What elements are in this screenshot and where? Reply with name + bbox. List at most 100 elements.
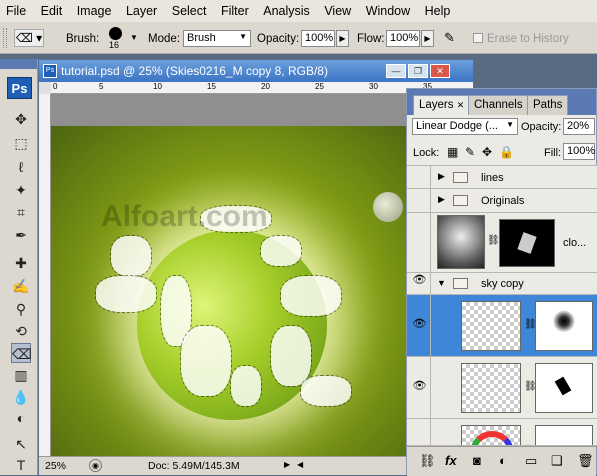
layer-row-clouds[interactable]: ⛓ clo... [407, 213, 597, 273]
vertical-ruler[interactable] [39, 94, 51, 456]
layer-row-clouds-mask[interactable]: 👁 ⛓ [407, 357, 597, 419]
opacity-input[interactable]: 100% [301, 30, 335, 47]
menu-image[interactable]: Image [77, 4, 112, 18]
visibility-toggle[interactable] [409, 419, 431, 445]
airbrush-icon[interactable]: ✎ [444, 30, 464, 48]
type-tool-icon[interactable]: T [11, 455, 31, 475]
eye-icon[interactable]: 👁 [409, 273, 431, 294]
lasso-tool-icon[interactable]: ℓ [11, 157, 31, 177]
gradient-tool-icon[interactable]: ▥ [11, 365, 31, 385]
toolbox-header[interactable] [0, 59, 37, 69]
menu-select[interactable]: Select [172, 4, 207, 18]
clone-stamp-tool-icon[interactable]: ⚲ [11, 299, 31, 319]
flow-slider-arrow-icon[interactable]: ▶ [421, 30, 434, 47]
layers-panel: Layers ✕ Channels Paths Linear Dodge (..… [406, 88, 597, 476]
layer-mask-thumbnail[interactable] [535, 301, 593, 351]
menu-view[interactable]: View [324, 4, 351, 18]
mask-icon[interactable]: ◙ [473, 453, 481, 468]
visibility-toggle[interactable] [409, 166, 431, 188]
layer-opacity-label: Opacity: [521, 121, 562, 133]
status-menu-icon[interactable]: ◉ [89, 459, 102, 472]
scroll-left-icon[interactable]: ◀ [297, 460, 303, 469]
lock-transparency-icon[interactable]: ▦ [447, 145, 458, 159]
dodge-tool-icon[interactable]: ◐ [11, 408, 31, 428]
brush-dropdown-icon[interactable]: ▼ [130, 33, 138, 42]
status-arrow-icon[interactable]: ▶ [284, 460, 290, 469]
expand-arrow-icon[interactable]: ▶ [438, 194, 445, 205]
trash-icon[interactable]: 🗑 [577, 453, 594, 469]
layer-opacity-input[interactable]: 20% [563, 118, 595, 135]
tab-channels[interactable]: Channels [468, 95, 529, 115]
layer-row-rainbow[interactable] [407, 419, 597, 446]
adjustment-icon[interactable]: ◐ [499, 453, 507, 468]
tab-layers[interactable]: Layers ✕ [413, 95, 471, 115]
menu-file[interactable]: File [6, 4, 26, 18]
mode-select[interactable]: Brush ▼ [183, 30, 251, 47]
chain-link-icon[interactable]: ⛓ [487, 235, 500, 246]
brush-preset-picker[interactable]: 16 [104, 26, 128, 52]
marquee-tool-icon[interactable]: ⬚ [11, 133, 31, 153]
menu-window[interactable]: Window [366, 4, 410, 18]
healing-brush-tool-icon[interactable]: ✚ [11, 253, 31, 273]
close-button[interactable]: ✕ [430, 64, 450, 78]
layer-thumbnail[interactable] [437, 215, 485, 269]
blend-mode-select[interactable]: Linear Dodge (... ▼ [412, 118, 518, 135]
path-selection-tool-icon[interactable]: ↖ [11, 434, 31, 454]
layer-mask-thumbnail[interactable] [535, 363, 593, 413]
ruler-origin[interactable] [39, 82, 51, 94]
menu-help[interactable]: Help [425, 4, 451, 18]
move-tool-icon[interactable]: ✥ [11, 109, 31, 129]
layer-mask-thumbnail[interactable] [499, 219, 555, 267]
fill-input[interactable]: 100% [563, 143, 595, 160]
layer-row-sky-copy[interactable]: 👁 ▼ sky copy [407, 273, 597, 295]
brush-label: Brush: [66, 33, 100, 45]
brush-tool-icon[interactable]: ✍ [11, 276, 31, 296]
lock-all-icon[interactable]: 🔒 [499, 145, 514, 159]
menu-edit[interactable]: Edit [41, 4, 63, 18]
layer-thumbnail[interactable] [461, 363, 521, 413]
minimize-button[interactable]: — [386, 64, 406, 78]
layer-row-selected[interactable]: 👁 ⛓ [407, 295, 597, 357]
options-grip[interactable] [3, 28, 7, 48]
ruler-label: 5 [99, 82, 104, 91]
close-tab-icon[interactable]: ✕ [457, 100, 465, 110]
menu-analysis[interactable]: Analysis [263, 4, 310, 18]
collapse-arrow-icon[interactable]: ▼ [437, 278, 446, 288]
blur-tool-icon[interactable]: 💧 [11, 387, 31, 407]
menu-filter[interactable]: Filter [221, 4, 249, 18]
opacity-slider-arrow-icon[interactable]: ▶ [336, 30, 349, 47]
history-brush-tool-icon[interactable]: ⟲ [11, 321, 31, 341]
eraser-tool-icon[interactable]: ⌫ [11, 343, 32, 363]
magic-wand-tool-icon[interactable]: ✦ [11, 180, 31, 200]
document-title-bar[interactable]: Ps tutorial.psd @ 25% (Skies0216_M copy … [39, 60, 473, 82]
fx-icon[interactable]: fx [445, 453, 457, 468]
doc-info: Doc: 5.49M/145.3M [148, 460, 240, 472]
folder-icon[interactable]: ▭ [525, 453, 537, 469]
link-icon[interactable]: ⛓ [419, 453, 436, 469]
layer-thumbnail[interactable] [461, 301, 521, 351]
layer-row-lines[interactable]: ▶ lines [407, 165, 597, 189]
brush-dot-icon [109, 27, 122, 40]
flow-input[interactable]: 100% [386, 30, 420, 47]
new-layer-icon[interactable]: ❏ [551, 453, 563, 469]
zoom-level[interactable]: 25% [45, 460, 66, 472]
restore-button[interactable]: ❐ [408, 64, 428, 78]
erase-history-checkbox[interactable] [473, 33, 483, 43]
canvas[interactable]: Alfoart.com [51, 126, 409, 456]
watermark: Alfoart.com [101, 200, 268, 233]
tab-paths[interactable]: Paths [527, 95, 569, 115]
layer-row-originals[interactable]: ▶ Originals [407, 189, 597, 213]
visibility-toggle[interactable] [409, 213, 431, 272]
eye-icon[interactable]: 👁 [409, 357, 431, 418]
lock-position-icon[interactable]: ✥ [482, 145, 492, 159]
layer-mask-thumbnail[interactable] [535, 425, 593, 445]
menu-layer[interactable]: Layer [126, 4, 157, 18]
crop-tool-icon[interactable]: ⌗ [11, 202, 31, 222]
visibility-toggle[interactable] [409, 189, 431, 212]
expand-arrow-icon[interactable]: ▶ [438, 171, 445, 182]
lock-pixels-icon[interactable]: ✎ [465, 145, 475, 159]
eyedropper-tool-icon[interactable]: ✒ [11, 225, 31, 245]
eraser-tool-preset-icon[interactable]: ⌫ ▾ [14, 29, 44, 47]
eye-icon[interactable]: 👁 [409, 295, 431, 356]
layer-thumbnail[interactable] [461, 425, 521, 445]
